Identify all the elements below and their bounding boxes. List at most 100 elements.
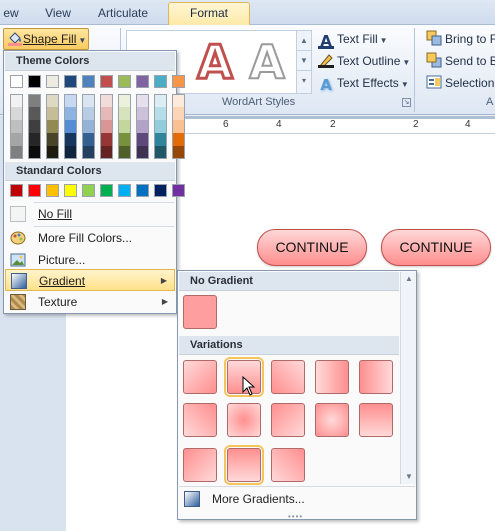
- gradient-variation[interactable]: [359, 360, 393, 394]
- theme-color-swatch[interactable]: [136, 75, 149, 88]
- theme-shade-swatch[interactable]: [118, 107, 131, 120]
- standard-color-swatch[interactable]: [64, 184, 77, 197]
- tab-articulate[interactable]: Articulate: [93, 4, 153, 25]
- theme-shade-swatch[interactable]: [100, 146, 113, 159]
- gradient-variation[interactable]: [183, 360, 217, 394]
- theme-shade-swatch[interactable]: [28, 107, 41, 120]
- theme-shade-swatch[interactable]: [154, 94, 167, 107]
- theme-color-swatch[interactable]: [10, 75, 23, 88]
- no-gradient-swatch[interactable]: [183, 295, 217, 329]
- gradient-variation[interactable]: [224, 445, 264, 485]
- no-fill-item[interactable]: No Fill: [5, 203, 175, 225]
- theme-shade-swatch[interactable]: [28, 133, 41, 146]
- theme-shade-swatch[interactable]: [28, 120, 41, 133]
- continue-button-1[interactable]: CONTINUE: [257, 229, 367, 266]
- theme-shade-swatch[interactable]: [118, 146, 131, 159]
- continue-button-2[interactable]: CONTINUE: [381, 229, 491, 266]
- theme-color-swatch[interactable]: [82, 75, 95, 88]
- theme-shade-swatch[interactable]: [82, 94, 95, 107]
- theme-shade-swatch[interactable]: [28, 146, 41, 159]
- standard-color-swatch[interactable]: [10, 184, 23, 197]
- theme-color-swatch[interactable]: [118, 75, 131, 88]
- standard-color-swatch[interactable]: [100, 184, 113, 197]
- standard-color-swatch[interactable]: [154, 184, 167, 197]
- theme-shade-swatch[interactable]: [64, 146, 77, 159]
- theme-shade-swatch[interactable]: [10, 133, 23, 146]
- theme-color-swatch[interactable]: [28, 75, 41, 88]
- text-outline-button[interactable]: Text Outline ▼: [318, 51, 410, 71]
- dialog-launcher-icon[interactable]: ↘: [402, 98, 411, 107]
- theme-shade-swatch[interactable]: [46, 120, 59, 133]
- scroll-down-icon[interactable]: ▼: [297, 51, 311, 71]
- gradient-variation[interactable]: [315, 360, 349, 394]
- wordart-gallery-scrollbar[interactable]: ▲ ▼ ▾: [296, 31, 311, 93]
- theme-shade-swatch[interactable]: [100, 94, 113, 107]
- theme-color-swatch[interactable]: [100, 75, 113, 88]
- scroll-up-icon[interactable]: ▲: [401, 272, 417, 286]
- text-fill-button[interactable]: A Text Fill ▼: [318, 29, 388, 49]
- texture-item[interactable]: Texture ▶: [5, 291, 175, 313]
- theme-shade-swatch[interactable]: [28, 94, 41, 107]
- tab-review[interactable]: ew: [0, 4, 22, 25]
- theme-shade-swatch[interactable]: [64, 133, 77, 146]
- gallery-expand-icon[interactable]: ▾: [297, 71, 311, 91]
- scroll-up-icon[interactable]: ▲: [297, 31, 311, 51]
- standard-color-swatch[interactable]: [28, 184, 41, 197]
- gradient-variation[interactable]: [359, 403, 393, 437]
- theme-shade-swatch[interactable]: [136, 146, 149, 159]
- theme-shade-swatch[interactable]: [46, 133, 59, 146]
- theme-color-swatch[interactable]: [154, 75, 167, 88]
- standard-color-swatch[interactable]: [118, 184, 131, 197]
- theme-shade-swatch[interactable]: [172, 133, 185, 146]
- theme-shade-swatch[interactable]: [118, 133, 131, 146]
- theme-shade-swatch[interactable]: [154, 107, 167, 120]
- theme-shade-swatch[interactable]: [100, 120, 113, 133]
- gradient-variation[interactable]: [227, 403, 261, 437]
- theme-shade-swatch[interactable]: [64, 120, 77, 133]
- theme-shade-swatch[interactable]: [172, 146, 185, 159]
- theme-shade-swatch[interactable]: [64, 94, 77, 107]
- standard-color-swatch[interactable]: [46, 184, 59, 197]
- bring-forward-button[interactable]: Bring to F: [426, 29, 495, 49]
- send-backward-button[interactable]: Send to B: [426, 51, 495, 71]
- theme-shade-swatch[interactable]: [172, 107, 185, 120]
- wordart-style-red-outline[interactable]: A: [188, 34, 242, 92]
- more-gradients-item[interactable]: More Gradients...: [179, 488, 415, 510]
- theme-shade-swatch[interactable]: [172, 94, 185, 107]
- theme-shade-swatch[interactable]: [46, 146, 59, 159]
- theme-shade-swatch[interactable]: [82, 107, 95, 120]
- theme-color-swatch[interactable]: [46, 75, 59, 88]
- shape-fill-button[interactable]: Shape Fill ▼: [3, 28, 89, 50]
- theme-shade-swatch[interactable]: [100, 107, 113, 120]
- theme-shade-swatch[interactable]: [136, 94, 149, 107]
- theme-shade-swatch[interactable]: [118, 120, 131, 133]
- gradient-variation[interactable]: [271, 448, 305, 482]
- theme-shade-swatch[interactable]: [100, 133, 113, 146]
- theme-shade-swatch[interactable]: [10, 94, 23, 107]
- gradient-variation[interactable]: [315, 403, 349, 437]
- tab-format[interactable]: Format: [168, 2, 250, 26]
- theme-shade-swatch[interactable]: [46, 107, 59, 120]
- horizontal-ruler[interactable]: 8 6 4 2 2 4: [172, 119, 495, 134]
- gradient-submenu-scrollbar[interactable]: ▲ ▼: [400, 272, 416, 484]
- scroll-down-icon[interactable]: ▼: [401, 470, 417, 484]
- gradient-variation[interactable]: [183, 448, 217, 482]
- standard-color-swatch[interactable]: [82, 184, 95, 197]
- theme-shade-swatch[interactable]: [82, 146, 95, 159]
- theme-shade-swatch[interactable]: [154, 146, 167, 159]
- theme-color-swatch[interactable]: [64, 75, 77, 88]
- standard-color-swatch[interactable]: [136, 184, 149, 197]
- theme-shade-swatch[interactable]: [10, 107, 23, 120]
- selection-pane-button[interactable]: Selection: [426, 73, 494, 93]
- theme-color-swatch[interactable]: [172, 75, 185, 88]
- gradient-variation[interactable]: [183, 403, 217, 437]
- wordart-style-gray-outline[interactable]: A: [240, 34, 294, 92]
- gradient-variation[interactable]: [271, 403, 305, 437]
- picture-item[interactable]: Picture...: [5, 249, 175, 271]
- tab-view[interactable]: View: [40, 4, 76, 25]
- gradient-variation[interactable]: [271, 360, 305, 394]
- more-fill-colors-item[interactable]: More Fill Colors...: [5, 227, 175, 249]
- gradient-item[interactable]: Gradient ▶: [5, 269, 175, 291]
- theme-shade-swatch[interactable]: [136, 133, 149, 146]
- theme-shade-swatch[interactable]: [136, 107, 149, 120]
